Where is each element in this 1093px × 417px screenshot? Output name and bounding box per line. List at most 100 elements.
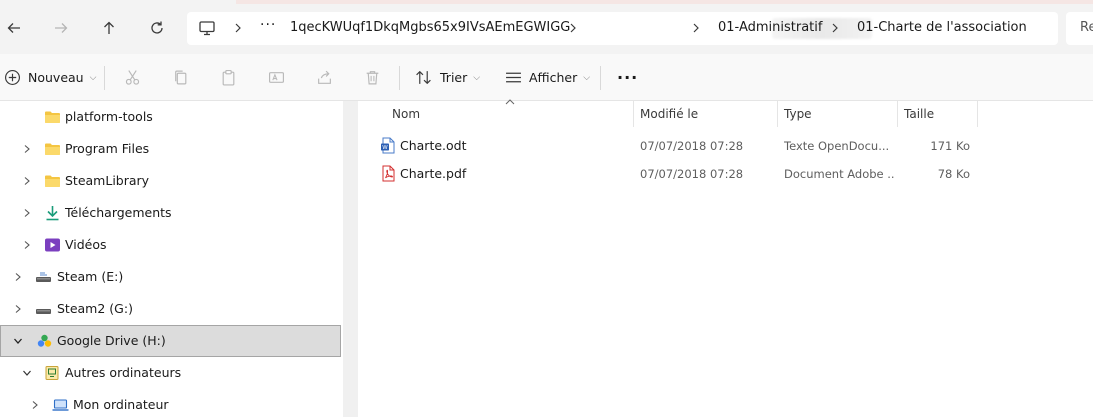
file-size: 78 Ko [937, 167, 970, 181]
share-icon [318, 70, 331, 84]
tree-item-autres-ordinateurs[interactable]: Autres ordinateurs [0, 357, 341, 389]
new-label: Nouveau [28, 70, 84, 85]
file-modified: 07/07/2018 07:28 [640, 167, 744, 181]
forward-arrow-icon [55, 23, 68, 33]
file-type: Document Adobe ... [784, 167, 894, 181]
forward-button[interactable] [47, 14, 75, 42]
rename-button[interactable] [268, 54, 285, 101]
sort-icon [416, 70, 431, 85]
breadcrumb[interactable]: ··· 1qecKWUqf1DkqMgbs65x9IVsAEmEGWIGG 01… [187, 12, 1058, 45]
view-label: Afficher [529, 70, 578, 85]
folder-icon [45, 175, 60, 187]
file-type: Texte OpenDocu... [784, 139, 890, 153]
tree-item-steam-e[interactable]: Steam (E:) [0, 261, 341, 293]
file-list: Nom Modifié le Type Taille W Charte.odt … [358, 99, 1093, 417]
plus-circle-icon [5, 70, 20, 85]
column-divider[interactable] [977, 101, 978, 127]
chevron-down-icon: ⌵ [473, 72, 481, 83]
tree-item-mon-ordinateur[interactable]: Mon ordinateur [0, 389, 341, 417]
column-divider[interactable] [897, 101, 898, 127]
pdf-document-icon [382, 165, 395, 182]
divider [600, 66, 601, 90]
file-modified: 07/07/2018 07:28 [640, 139, 744, 153]
file-name: Charte.odt [400, 138, 467, 153]
sort-ascending-icon [505, 99, 515, 105]
column-divider[interactable] [777, 101, 778, 127]
tree-label: Autres ordinateurs [65, 365, 182, 380]
navigation-pane: platform-tools Program Files SteamLibrar… [0, 101, 343, 417]
file-row[interactable]: W Charte.odt 07/07/2018 07:28 Texte Open… [358, 131, 1093, 159]
refresh-button[interactable] [143, 14, 171, 42]
tree-item-platform-tools[interactable]: platform-tools [0, 101, 341, 133]
tree-item-program-files[interactable]: Program Files [0, 133, 341, 165]
file-row[interactable]: Charte.pdf 07/07/2018 07:28 Document Ado… [358, 159, 1093, 187]
tree-item-steam2-g[interactable]: Steam2 (G:) [0, 293, 341, 325]
paste-icon [222, 70, 235, 86]
back-arrow-icon [7, 23, 20, 33]
other-computers-icon [45, 366, 59, 380]
chevron-down-icon[interactable] [22, 368, 32, 378]
chevron-right-icon[interactable] [22, 176, 32, 186]
chevron-right-icon[interactable] [22, 144, 32, 154]
trash-icon [366, 71, 379, 85]
more-options-button[interactable]: ··· [617, 54, 638, 101]
view-list-icon [506, 72, 521, 83]
chevron-right-icon[interactable] [30, 400, 40, 410]
tree-item-steamlibrary[interactable]: SteamLibrary [0, 165, 341, 197]
tree-item-videos[interactable]: Vidéos [0, 229, 341, 261]
command-bar: Nouveau ⌵ Trier ⌵ Afficher ⌵ ··· [0, 54, 1093, 101]
column-header-name[interactable]: Nom [392, 101, 420, 127]
divider [399, 66, 400, 90]
column-header-type[interactable]: Type [784, 101, 812, 127]
chevron-right-icon[interactable] [13, 304, 23, 314]
chevron-down-icon: ⌵ [89, 72, 97, 83]
chevron-down-icon: ⌵ [583, 72, 591, 83]
divider [104, 66, 105, 90]
chevron-right-icon [570, 23, 576, 33]
breadcrumb-charte[interactable]: 01-Charte de l'association [857, 20, 1027, 35]
chevron-right-icon[interactable] [22, 208, 32, 218]
cut-button[interactable] [124, 54, 141, 101]
tree-item-google-drive-h[interactable]: Google Drive (H:) [0, 325, 341, 357]
drive-icon [36, 272, 51, 282]
chevron-right-icon [832, 23, 838, 33]
laptop-icon [52, 399, 69, 411]
sort-label: Trier [440, 70, 468, 85]
rename-icon [269, 72, 284, 83]
tree-label: Steam (E:) [57, 269, 124, 284]
view-button[interactable]: Afficher ⌵ [505, 54, 590, 101]
column-divider[interactable] [633, 101, 634, 127]
tree-item-telechargements[interactable]: Téléchargements [0, 197, 341, 229]
chevron-right-icon [235, 23, 241, 33]
back-button[interactable] [0, 14, 28, 42]
folder-icon [45, 143, 60, 155]
column-header-size[interactable]: Taille [904, 101, 934, 127]
up-button[interactable] [95, 14, 123, 42]
this-pc-icon [199, 21, 215, 36]
search-input[interactable]: Re [1066, 12, 1093, 45]
delete-button[interactable] [364, 54, 381, 101]
column-header-modified[interactable]: Modifié le [640, 101, 698, 127]
share-button[interactable] [316, 54, 333, 101]
download-icon [46, 206, 59, 221]
tree-label: Téléchargements [65, 205, 172, 220]
scissors-icon [125, 70, 140, 85]
refresh-icon [151, 21, 163, 34]
breadcrumb-drive-id[interactable]: 1qecKWUqf1DkqMgbs65x9IVsAEmEGWIGG [290, 20, 570, 35]
chevron-down-icon[interactable] [13, 336, 23, 346]
navigation-pane-scrollbar[interactable] [343, 101, 358, 417]
breadcrumb-administratif[interactable]: 01-Administratif [718, 20, 822, 35]
tree-label: platform-tools [65, 109, 153, 124]
paste-button[interactable] [220, 54, 237, 101]
tree-label: Mon ordinateur [73, 397, 169, 412]
copy-icon [175, 70, 187, 85]
sort-button[interactable]: Trier ⌵ [415, 54, 480, 101]
copy-button[interactable] [172, 54, 189, 101]
new-button[interactable]: Nouveau ⌵ [4, 54, 96, 101]
tree-label: Google Drive (H:) [57, 333, 166, 348]
tree-label: Vidéos [65, 237, 107, 252]
chevron-right-icon[interactable] [22, 240, 32, 250]
chevron-right-icon[interactable] [13, 272, 23, 282]
svg-text:W: W [382, 145, 388, 151]
breadcrumb-overflow-button[interactable]: ··· [260, 17, 276, 33]
